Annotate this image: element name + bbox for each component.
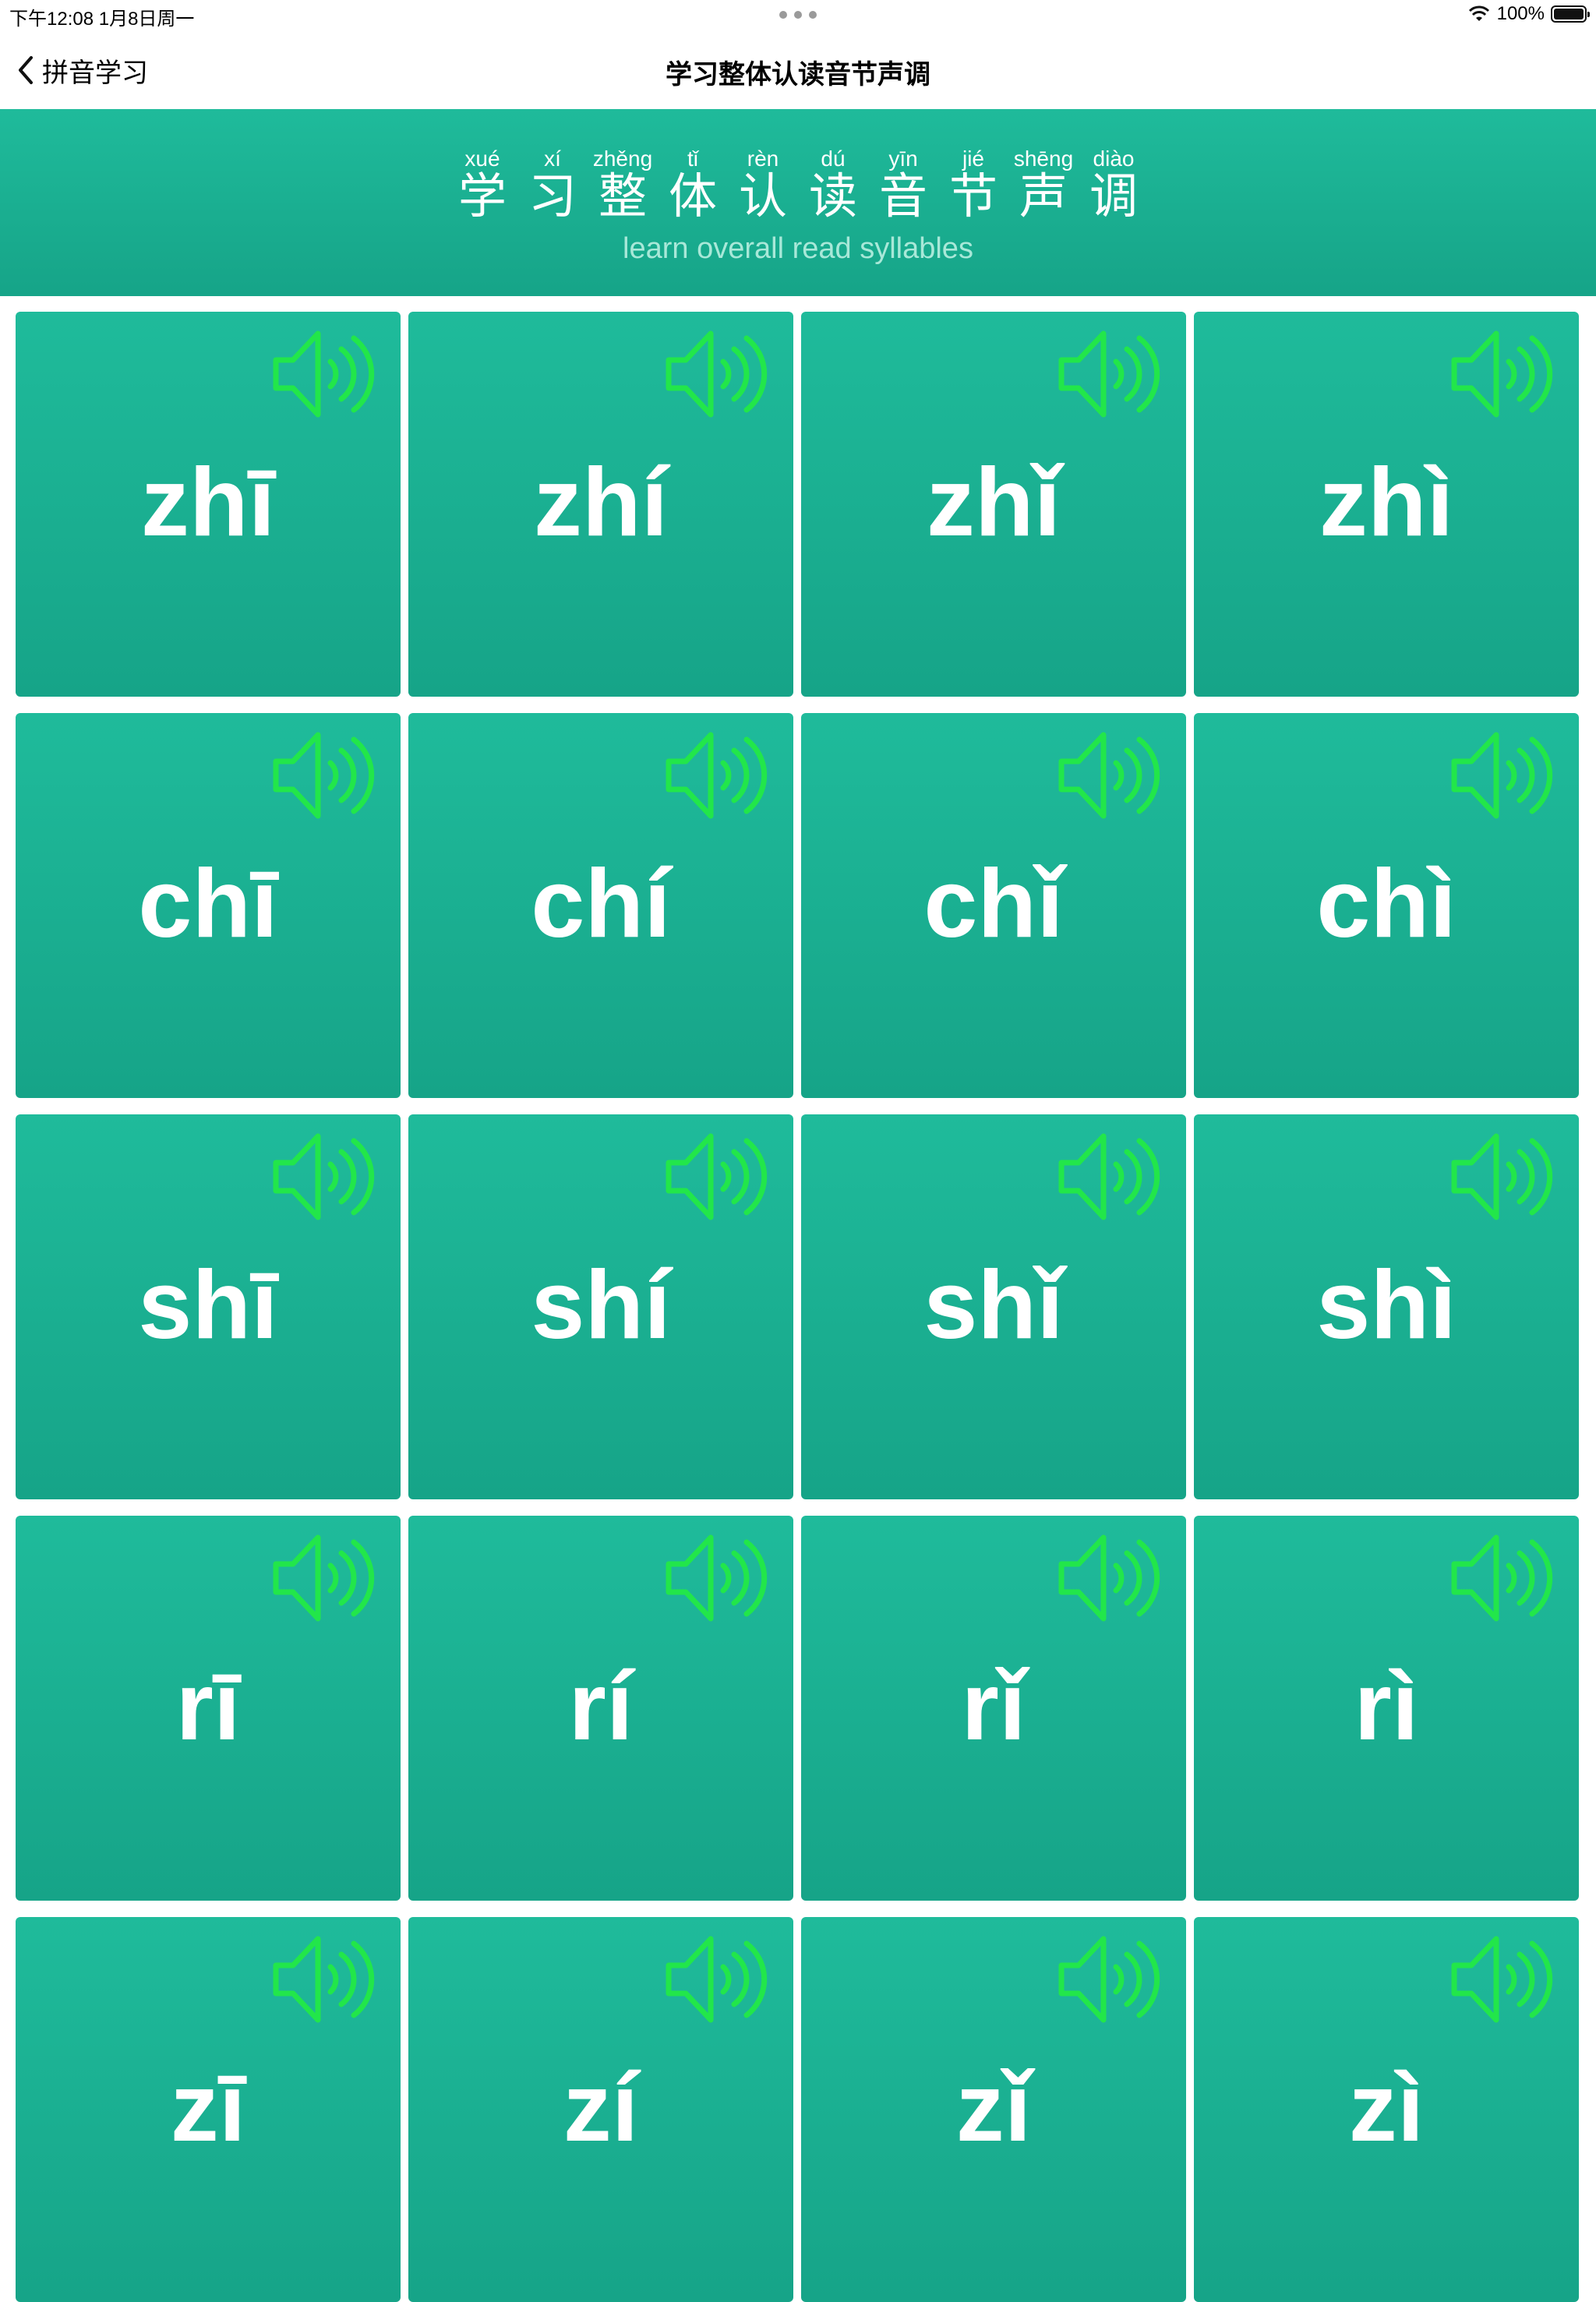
title-char: zhěng 整 [593,147,652,224]
speaker-icon[interactable] [1055,729,1164,822]
battery-icon [1551,5,1590,23]
title-char: dú 读 [807,147,860,221]
title-char-hanzi: 整 [598,168,647,224]
syllable-label: chǐ [923,850,1064,958]
status-bar: 下午12:08 1月8日周一 100% [0,0,1596,31]
pinyin-title: xué 学 xí 习 zhěng 整 tǐ 体 rèn 认 dú 读 yīn 音 jié 节 shēng 声 dià… [0,147,1596,221]
wifi-icon [1468,5,1489,21]
speaker-icon[interactable] [1448,1531,1557,1625]
speaker-icon[interactable] [270,327,379,421]
syllable-card[interactable]: rī [16,1516,401,1901]
title-char-hanzi: 体 [668,168,717,224]
page-title: 学习整体认读音节声调 [666,60,930,90]
title-char: diào 调 [1087,147,1140,221]
title-char: rèn 认 [736,147,789,221]
speaker-icon[interactable] [662,1130,772,1223]
syllable-label: zhì [1319,449,1454,556]
speaker-icon[interactable] [662,1531,772,1625]
syllable-card[interactable]: chǐ [801,713,1186,1098]
syllable-label: zǐ [955,2054,1032,2162]
speaker-icon[interactable] [1055,327,1164,421]
syllable-card[interactable]: shí [408,1114,793,1499]
title-char: xí 习 [526,147,579,221]
title-char-hanzi: 读 [808,168,857,224]
syllable-card[interactable]: shì [1194,1114,1579,1499]
syllable-label: shī [138,1252,278,1359]
title-char-hanzi: 认 [738,168,787,224]
syllable-label: rì [1354,1653,1419,1760]
title-char-hanzi: 习 [528,168,577,224]
title-char-hanzi: 学 [457,168,507,224]
navigation-bar: 拼音学习 学习整体认读音节声调 [0,31,1596,109]
syllable-label: zhí [533,449,669,556]
syllable-label: shí [531,1252,671,1359]
battery-percent: 100% [1496,3,1545,24]
title-char: tǐ 体 [666,147,719,221]
speaker-icon[interactable] [270,1130,379,1223]
banner-subtitle: learn overall read syllables [623,232,973,265]
syllable-card[interactable]: zhí [408,312,793,697]
speaker-icon[interactable] [1055,1531,1164,1625]
status-right: 100% [1467,3,1590,25]
speaker-icon[interactable] [1448,1933,1557,2026]
syllable-label: zī [170,2054,246,2162]
speaker-icon[interactable] [270,1933,379,2026]
syllable-label: shǐ [923,1252,1064,1359]
multitasking-dots-icon[interactable] [779,11,817,20]
syllable-label: zí [563,2054,639,2162]
syllable-card[interactable]: zhǐ [801,312,1186,697]
speaker-icon[interactable] [1448,729,1557,822]
title-char-hanzi: 调 [1089,168,1138,224]
status-time: 下午12:08 1月8日周一 [9,9,195,30]
syllable-card[interactable]: shǐ [801,1114,1186,1499]
syllable-card[interactable]: chī [16,713,401,1098]
syllable-label: zhī [140,449,276,556]
syllable-card[interactable]: chí [408,713,793,1098]
syllable-label: rī [175,1653,241,1760]
syllable-label: shì [1316,1252,1457,1359]
title-char: yīn 音 [877,147,930,221]
speaker-icon[interactable] [270,729,379,822]
speaker-icon[interactable] [662,729,772,822]
syllable-card[interactable]: zī [16,1917,401,2302]
syllable-card[interactable]: shī [16,1114,401,1499]
speaker-icon[interactable] [662,1933,772,2026]
syllable-card[interactable]: rí [408,1516,793,1901]
title-char-hanzi: 节 [948,168,998,224]
syllable-card[interactable]: zhì [1194,312,1579,697]
speaker-icon[interactable] [270,1531,379,1625]
syllable-label: chī [138,850,278,958]
title-char-hanzi: 声 [1019,168,1068,224]
syllable-card[interactable]: zì [1194,1917,1579,2302]
syllable-label: chì [1316,850,1457,958]
speaker-icon[interactable] [1055,1130,1164,1223]
header-banner: xué 学 xí 习 zhěng 整 tǐ 体 rèn 认 dú 读 yīn 音 jié 节 shēng 声 dià… [0,109,1596,296]
syllable-label: chí [531,850,671,958]
speaker-icon[interactable] [662,327,772,421]
syllable-label: zhǐ [926,449,1061,556]
speaker-icon[interactable] [1448,327,1557,421]
title-char: shēng 声 [1014,147,1073,224]
speaker-icon[interactable] [1055,1933,1164,2026]
syllable-card[interactable]: rǐ [801,1516,1186,1901]
syllable-card[interactable]: zhī [16,312,401,697]
syllable-label: rǐ [961,1653,1026,1760]
syllable-card[interactable]: rì [1194,1516,1579,1901]
title-char: jié 节 [947,147,1000,221]
title-char-hanzi: 音 [878,168,927,224]
syllable-label: zì [1348,2054,1425,2162]
syllable-card[interactable]: zí [408,1917,793,2302]
syllable-card[interactable]: chì [1194,713,1579,1098]
speaker-icon[interactable] [1448,1130,1557,1223]
syllable-card[interactable]: zǐ [801,1917,1186,2302]
title-char: xué 学 [456,147,509,221]
syllable-label: rí [568,1653,634,1760]
